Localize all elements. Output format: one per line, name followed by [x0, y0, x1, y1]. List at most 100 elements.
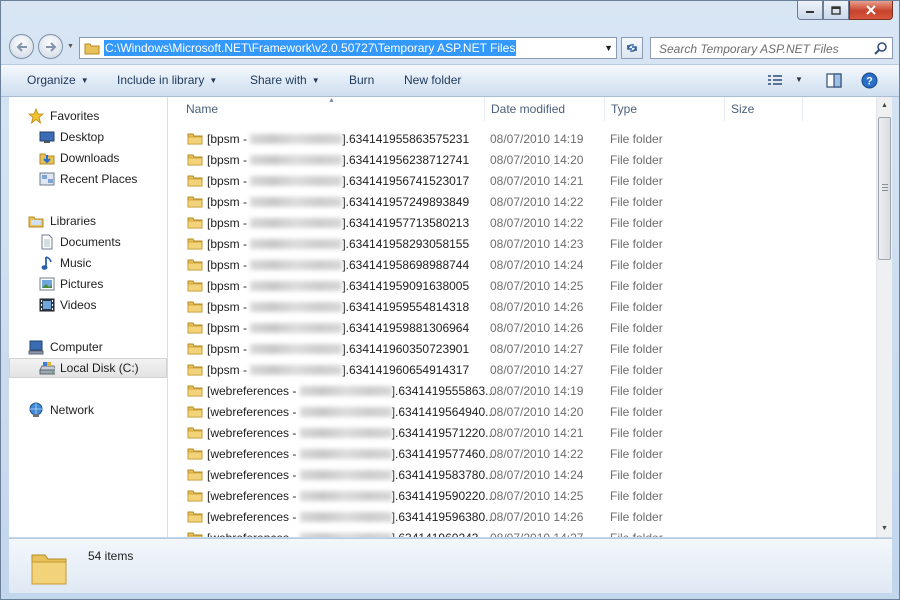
nav-favorites-label: Favorites [50, 109, 100, 123]
redacted-text [250, 302, 343, 312]
table-row[interactable]: [webreferences - ].6341419590220... 08/07… [168, 485, 876, 506]
close-button[interactable] [849, 1, 893, 20]
vertical-scrollbar[interactable]: ▲ ▼ [876, 97, 892, 537]
table-row[interactable]: [bpsm - ].634141955863575231 08/07/2010 1… [168, 128, 876, 149]
table-row[interactable]: [webreferences - ].6341419564940... 08/07… [168, 401, 876, 422]
scroll-down-button[interactable]: ▼ [877, 520, 892, 537]
caption-buttons [797, 1, 893, 21]
table-row[interactable]: [bpsm - ].634141960654914317 08/07/2010 1… [168, 359, 876, 380]
table-row[interactable]: [webreferences - ].6341419577460... 08/07… [168, 443, 876, 464]
table-row[interactable]: [bpsm - ].634141959091638005 08/07/2010 1… [168, 275, 876, 296]
refresh-button[interactable] [621, 37, 643, 59]
include-in-library-button[interactable]: Include in library ▼ [117, 73, 217, 87]
redacted-text [250, 218, 343, 228]
recent-pages-chevron-icon[interactable]: ▼ [67, 43, 74, 50]
maximize-button[interactable] [823, 1, 849, 20]
redacted-text [250, 239, 343, 249]
command-bar: Organize ▼ Include in library ▼ Share with… [1, 64, 899, 97]
scroll-up-button[interactable]: ▲ [877, 97, 892, 114]
date-modified: 08/07/2010 14:23 [490, 237, 584, 251]
nav-item-videos[interactable]: Videos [9, 295, 167, 315]
table-row[interactable]: [bpsm - ].634141956238712741 08/07/2010 1… [168, 149, 876, 170]
svg-text:?: ? [866, 76, 873, 88]
folder-icon [187, 383, 203, 400]
file-list: ▲ Name Date modified Type Size [bpsm - ]… [168, 97, 892, 537]
column-header-label: Size [731, 102, 755, 116]
table-row[interactable]: [bpsm - ].634141959881306964 08/07/2010 1… [168, 317, 876, 338]
table-row[interactable]: [bpsm - ].634141960350723901 08/07/2010 1… [168, 338, 876, 359]
back-button[interactable] [9, 34, 34, 59]
redacted-text [250, 260, 343, 270]
file-type: File folder [610, 300, 663, 314]
file-type: File folder [610, 174, 663, 188]
nav-favorites[interactable]: Favorites [9, 106, 167, 126]
folder-icon [187, 194, 203, 211]
nav-computer[interactable]: Computer [9, 337, 167, 357]
nav-item-documents[interactable]: Documents [9, 232, 167, 252]
table-row[interactable]: [bpsm - ].634141958698988744 08/07/2010 1… [168, 254, 876, 275]
address-bar[interactable]: C:\Windows\Microsoft.NET\Framework\v2.0.… [79, 37, 617, 59]
date-modified: 08/07/2010 14:27 [490, 342, 584, 356]
file-type: File folder [610, 153, 663, 167]
folder-icon [84, 43, 100, 55]
table-row[interactable]: [webreferences - ].634141960243 08/07/201… [168, 527, 876, 537]
address-dropdown-icon[interactable]: ▼ [604, 43, 613, 53]
nav-item-music[interactable]: Music [9, 253, 167, 273]
nav-item-desktop[interactable]: Desktop [9, 127, 167, 147]
table-row[interactable]: [webreferences - ].6341419596380... 08/07… [168, 506, 876, 527]
organize-button[interactable]: Organize ▼ [27, 73, 89, 87]
address-path[interactable]: C:\Windows\Microsoft.NET\Framework\v2.0.… [104, 40, 517, 56]
table-row[interactable]: [webreferences - ].6341419571220... 08/07… [168, 422, 876, 443]
search-input[interactable] [657, 41, 871, 57]
nav-item-pictures[interactable]: Pictures [9, 274, 167, 294]
burn-button[interactable]: Burn [349, 73, 374, 87]
star-icon [28, 108, 44, 124]
redacted-text [250, 197, 343, 207]
file-type: File folder [610, 531, 663, 537]
minimize-icon [806, 11, 814, 13]
file-name: [webreferences - ].6341419564940... [207, 405, 496, 419]
table-row[interactable]: [bpsm - ].634141957249893849 08/07/2010 1… [168, 191, 876, 212]
date-modified: 08/07/2010 14:22 [490, 216, 584, 230]
nav-item-local-disk[interactable]: Local Disk (C:) [9, 358, 167, 378]
scroll-thumb[interactable] [878, 117, 891, 260]
drive-icon [39, 360, 55, 376]
view-details-icon [768, 75, 782, 85]
nav-item-downloads[interactable]: Downloads [9, 148, 167, 168]
new-folder-button[interactable]: New folder [404, 73, 461, 87]
table-row[interactable]: [webreferences - ].6341419555863... 08/07… [168, 380, 876, 401]
nav-libraries[interactable]: Libraries [9, 211, 167, 231]
search-box[interactable] [650, 37, 893, 59]
column-header-type[interactable]: Type [605, 97, 725, 121]
file-name: [bpsm - ].634141957249893849 [207, 195, 470, 209]
table-row[interactable]: [webreferences - ].6341419583780... 08/07… [168, 464, 876, 485]
view-options-dropdown-icon[interactable]: ▼ [795, 75, 803, 84]
nav-network[interactable]: Network [9, 400, 167, 420]
nav-item-label: Documents [60, 235, 121, 249]
folder-icon [187, 320, 203, 337]
nav-item-label: Downloads [60, 151, 120, 165]
table-row[interactable]: [bpsm - ].634141958293058155 08/07/2010 1… [168, 233, 876, 254]
file-name: [bpsm - ].634141956741523017 [207, 174, 470, 188]
nav-item-recent-places[interactable]: Recent Places [9, 169, 167, 189]
file-name: [bpsm - ].634141960654914317 [207, 363, 470, 377]
forward-button[interactable] [38, 34, 63, 59]
navigation-pane: Favorites Desktop Downloads Recent Place… [9, 97, 168, 537]
column-header-date-modified[interactable]: Date modified [485, 97, 605, 121]
search-icon[interactable] [874, 41, 888, 55]
minimize-button[interactable] [797, 1, 823, 20]
help-button[interactable]: ? [861, 72, 878, 92]
share-with-button[interactable]: Share with ▼ [250, 73, 320, 87]
preview-pane-button[interactable] [826, 73, 842, 91]
redacted-text [299, 428, 392, 438]
file-type: File folder [610, 321, 663, 335]
column-header-name[interactable]: Name [180, 97, 485, 121]
table-row[interactable]: [bpsm - ].634141956741523017 08/07/2010 1… [168, 170, 876, 191]
redacted-text [299, 449, 392, 459]
redacted-text [250, 134, 343, 144]
table-row[interactable]: [bpsm - ].634141957713580213 08/07/2010 1… [168, 212, 876, 233]
change-view-button[interactable] [767, 73, 783, 90]
videos-icon [39, 297, 55, 313]
table-row[interactable]: [bpsm - ].634141959554814318 08/07/2010 1… [168, 296, 876, 317]
column-header-size[interactable]: Size [725, 97, 803, 121]
